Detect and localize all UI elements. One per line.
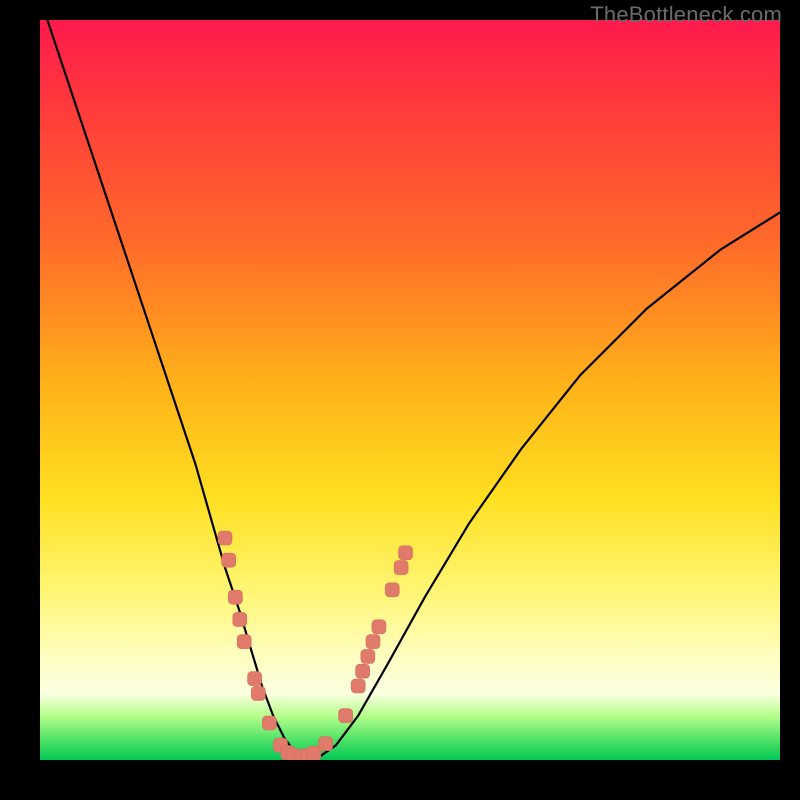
- curve-marker: [218, 531, 232, 545]
- curve-marker: [233, 612, 247, 626]
- curve-marker: [361, 649, 375, 663]
- plot-area: [40, 20, 780, 760]
- curve-marker: [356, 664, 370, 678]
- chart-frame: TheBottleneck.com: [0, 0, 800, 800]
- curve-marker: [237, 635, 251, 649]
- curve-marker: [339, 709, 353, 723]
- chart-svg: [40, 20, 780, 760]
- curve-marker: [394, 561, 408, 575]
- watermark-text: TheBottleneck.com: [590, 2, 782, 28]
- curve-marker: [399, 546, 413, 560]
- marker-group: [218, 531, 413, 760]
- curve-marker: [262, 716, 276, 730]
- curve-marker: [251, 686, 265, 700]
- curve-marker: [319, 737, 333, 751]
- curve-marker: [385, 583, 399, 597]
- curve-marker: [248, 672, 262, 686]
- curve-marker: [222, 553, 236, 567]
- curve-marker: [366, 635, 380, 649]
- curve-marker: [351, 679, 365, 693]
- bottleneck-curve: [40, 20, 780, 758]
- curve-marker: [372, 620, 386, 634]
- curve-marker: [228, 590, 242, 604]
